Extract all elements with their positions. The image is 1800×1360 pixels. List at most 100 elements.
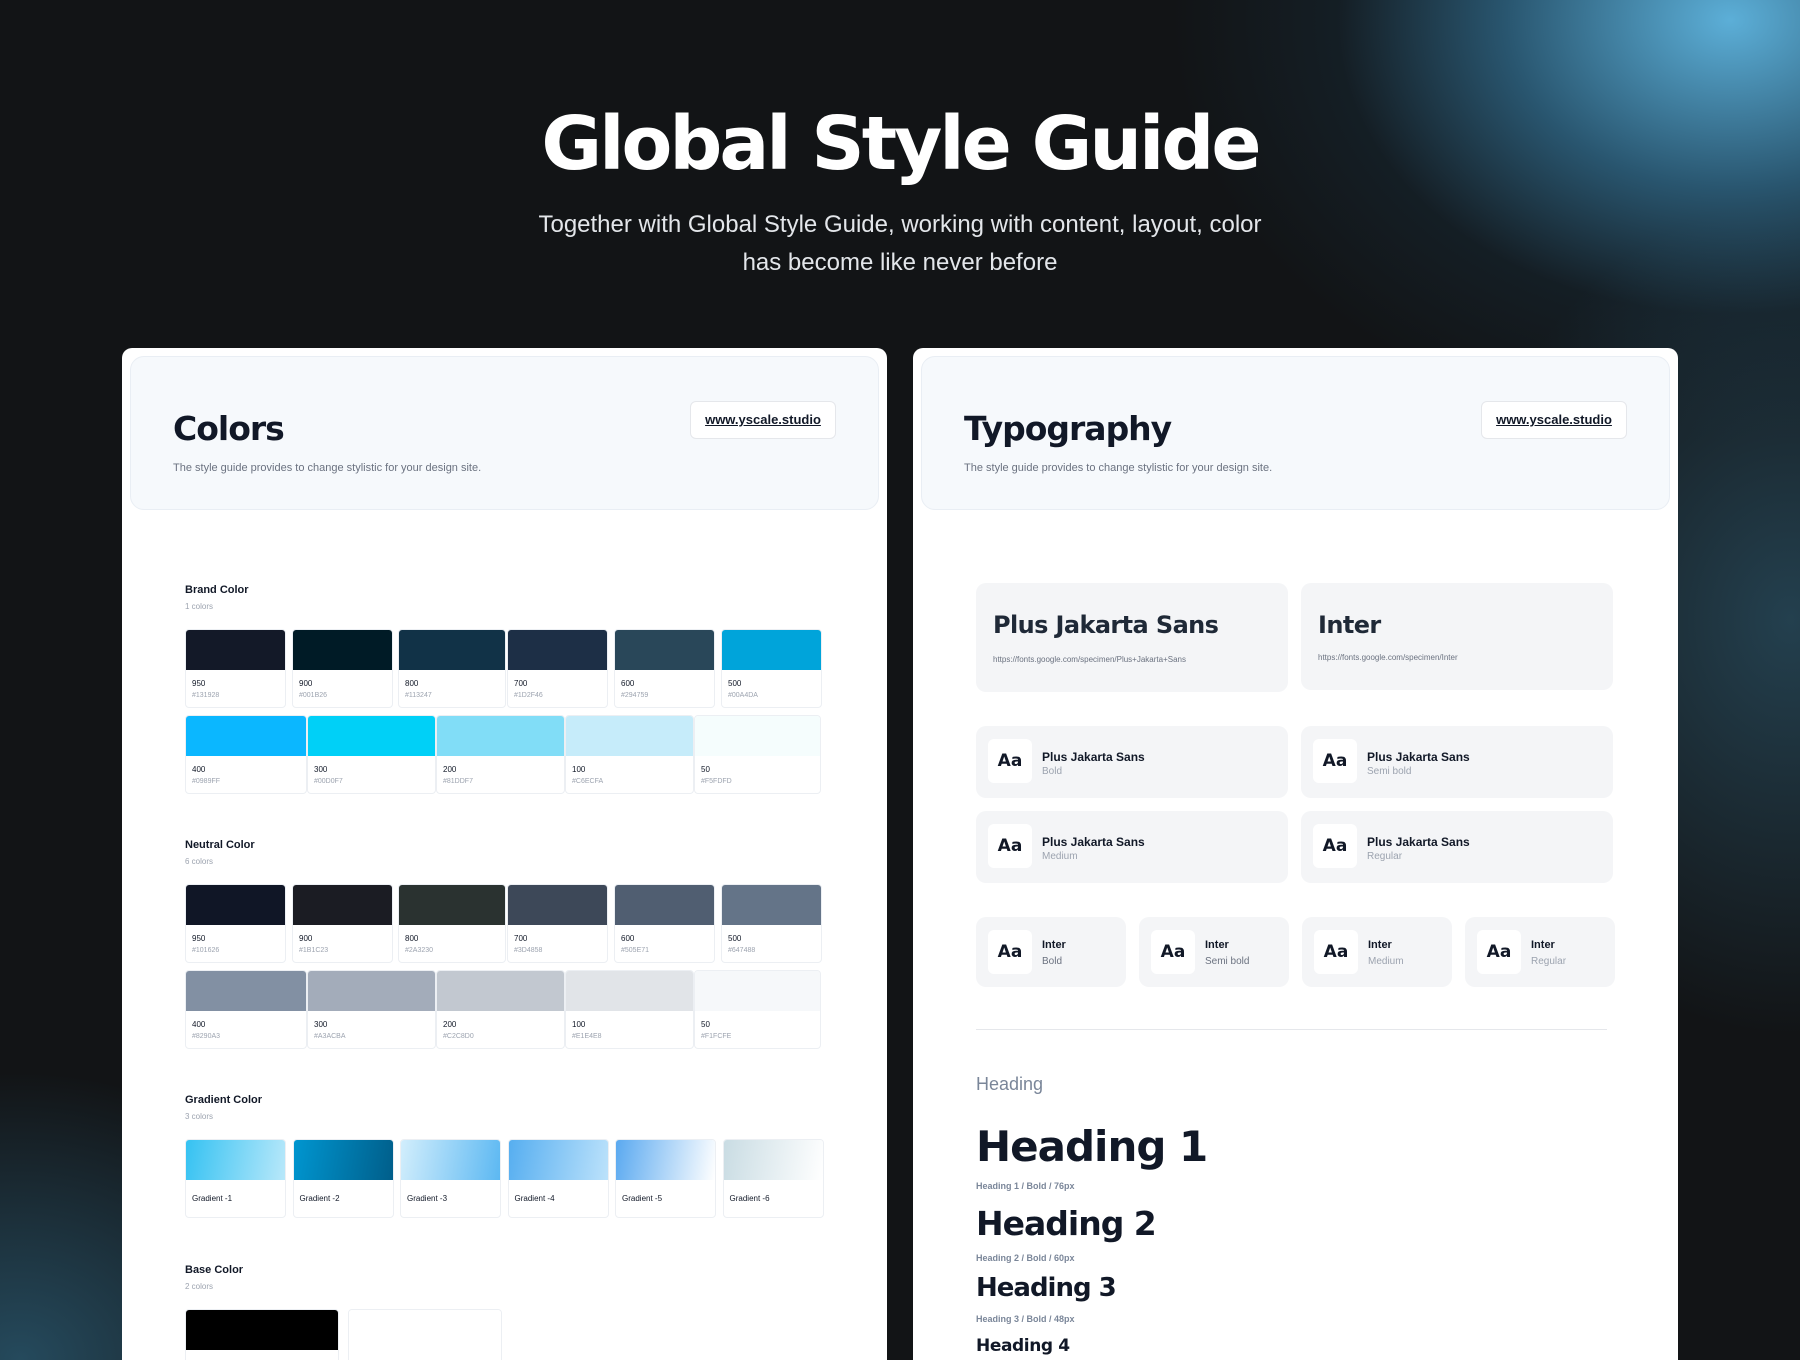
aa-sample: Aa bbox=[988, 824, 1032, 868]
weight-font-name: Inter bbox=[1531, 939, 1555, 951]
color-swatch[interactable]: 400 #8290A3 bbox=[185, 970, 307, 1049]
weight-card-jakarta-semibold: Aa Plus Jakarta Sans Semi bold bbox=[1301, 726, 1613, 798]
base-color-count: 2 colors bbox=[185, 1282, 214, 1291]
aa-sample: Aa bbox=[988, 930, 1032, 974]
swatch-chip bbox=[399, 630, 505, 670]
color-swatch[interactable]: 500 #00A4DA bbox=[721, 629, 822, 708]
swatch-chip bbox=[566, 716, 693, 756]
color-swatch[interactable]: 950 #131928 bbox=[185, 629, 286, 708]
neutral-color-title: Neutral Color bbox=[185, 839, 255, 851]
color-swatch[interactable]: Gradient -4 bbox=[507, 1139, 609, 1218]
swatch-label: Gradient -1 bbox=[192, 1194, 233, 1203]
aa-sample: Aa bbox=[1477, 930, 1521, 974]
color-swatch[interactable]: 50 #F5FDFD bbox=[694, 715, 821, 794]
swatch-label: 200 bbox=[443, 1020, 457, 1029]
swatch-hex: #0989FF bbox=[192, 778, 221, 785]
color-swatch[interactable]: 50 #F1FCFE bbox=[694, 970, 821, 1049]
swatch-hex: #101626 bbox=[192, 947, 220, 954]
swatch-label: 50 bbox=[701, 765, 710, 774]
swatch-hex: #00A4DA bbox=[728, 692, 758, 699]
swatch-hex: #113247 bbox=[405, 692, 432, 699]
color-swatch[interactable]: 200 #C2C8D0 bbox=[436, 970, 565, 1049]
section-divider bbox=[976, 1029, 1607, 1030]
color-swatch[interactable]: 800 #2A3230 bbox=[398, 884, 506, 963]
aa-sample: Aa bbox=[988, 739, 1032, 783]
font-name: Plus Jakarta Sans bbox=[993, 611, 1219, 639]
aa-sample: Aa bbox=[1313, 739, 1357, 783]
weight-label: Bold bbox=[1042, 956, 1063, 967]
swatch-label: 800 bbox=[405, 679, 419, 688]
swatch-hex: #2A3230 bbox=[405, 947, 434, 954]
swatch-chip bbox=[508, 1140, 608, 1180]
color-swatch[interactable]: 700 #3D4858 bbox=[507, 884, 608, 963]
weight-label: Semi bold bbox=[1205, 956, 1250, 967]
font-link[interactable]: https://fonts.google.com/specimen/Inter bbox=[1318, 653, 1458, 662]
weight-card-jakarta-regular: Aa Plus Jakarta Sans Regular bbox=[1301, 811, 1613, 883]
heading-3-sample: Heading 3 bbox=[976, 1273, 1117, 1303]
weight-label: Semi bold bbox=[1367, 766, 1412, 777]
color-swatch[interactable]: 200 #81DDF7 bbox=[436, 715, 565, 794]
swatch-label: 400 bbox=[192, 765, 206, 774]
color-swatch[interactable]: 900 #1B1C23 bbox=[292, 884, 393, 963]
swatch-chip bbox=[615, 885, 714, 925]
color-swatch[interactable]: Gradient -5 bbox=[615, 1139, 716, 1218]
color-swatch[interactable]: 950 #101626 bbox=[185, 884, 286, 963]
color-swatch[interactable]: 600 #294759 bbox=[614, 629, 715, 708]
swatch-hex: #8290A3 bbox=[192, 1033, 221, 1040]
weight-font-name: Plus Jakarta Sans bbox=[1042, 750, 1145, 764]
color-swatch[interactable]: 900 #001B26 bbox=[292, 629, 393, 708]
swatch-label: 100 bbox=[572, 1020, 586, 1029]
color-swatch[interactable]: Gradient -2 bbox=[292, 1139, 394, 1218]
heading-1-sample: Heading 1 bbox=[976, 1122, 1208, 1171]
color-swatch[interactable]: 300 #A3ACBA bbox=[307, 970, 436, 1049]
weight-label: Regular bbox=[1367, 851, 1403, 862]
page-subtitle: Together with Global Style Guide, workin… bbox=[538, 211, 1262, 276]
base-color-title: Base Color bbox=[185, 1264, 244, 1276]
swatch-hex: #C6ECFA bbox=[572, 778, 604, 785]
color-swatch[interactable]: 600 #505E71 bbox=[614, 884, 715, 963]
swatch-label: 800 bbox=[405, 934, 419, 943]
color-swatch[interactable]: Gradient -1 bbox=[185, 1139, 286, 1218]
color-swatch[interactable]: 700 #1D2F46 bbox=[507, 629, 608, 708]
brand-color-count: 1 colors bbox=[185, 602, 214, 611]
color-swatch[interactable]: 100 #E1E4E8 bbox=[565, 970, 694, 1049]
swatch-label: 900 bbox=[299, 934, 313, 943]
color-swatch[interactable]: Gradient -6 bbox=[722, 1139, 824, 1218]
heading-section-label: Heading bbox=[976, 1074, 1044, 1094]
color-swatch[interactable]: Black bbox=[185, 1309, 339, 1360]
heading-3-meta: Heading 3 / Bold / 48px bbox=[976, 1314, 1075, 1324]
swatch-hex: #A3ACBA bbox=[314, 1033, 346, 1040]
color-swatch[interactable]: 100 #C6ECFA bbox=[565, 715, 694, 794]
color-swatch[interactable]: 500 #647488 bbox=[721, 884, 822, 963]
typography-url-link[interactable]: www.yscale.studio bbox=[1481, 401, 1627, 439]
swatch-chip bbox=[566, 971, 693, 1011]
colors-url-link[interactable]: www.yscale.studio bbox=[690, 401, 836, 439]
swatch-chip bbox=[722, 885, 821, 925]
color-swatch[interactable]: Gradient -3 bbox=[400, 1139, 501, 1218]
typography-panel-header: Typography The style guide provides to c… bbox=[921, 356, 1670, 510]
swatch-hex: #F1FCFE bbox=[701, 1033, 732, 1040]
weight-card-jakarta-medium: Aa Plus Jakarta Sans Medium bbox=[976, 811, 1288, 883]
swatch-label: 500 bbox=[728, 679, 742, 688]
color-swatch[interactable]: 300 #00D0F7 bbox=[307, 715, 436, 794]
swatch-label: 700 bbox=[514, 679, 528, 688]
swatch-hex: #1B1C23 bbox=[299, 947, 329, 954]
swatch-hex: #505E71 bbox=[621, 947, 650, 954]
swatch-chip bbox=[349, 1310, 501, 1350]
swatch-label: 300 bbox=[314, 765, 328, 774]
color-swatch[interactable]: 800 #113247 bbox=[398, 629, 506, 708]
swatch-chip bbox=[508, 630, 607, 670]
swatch-label: 50 bbox=[701, 1020, 710, 1029]
swatch-label: 500 bbox=[728, 934, 742, 943]
swatch-hex: #1D2F46 bbox=[514, 692, 543, 699]
font-card-inter[interactable]: Inter https://fonts.google.com/specimen/… bbox=[1301, 583, 1613, 690]
font-link[interactable]: https://fonts.google.com/specimen/Plus+J… bbox=[993, 655, 1186, 664]
swatch-label: 900 bbox=[299, 679, 313, 688]
swatch-hex: #E1E4E8 bbox=[572, 1033, 602, 1040]
color-swatch[interactable]: 400 #0989FF bbox=[185, 715, 307, 794]
color-swatch[interactable]: White bbox=[348, 1309, 502, 1360]
weight-card-inter-medium: Aa Inter Medium bbox=[1302, 917, 1452, 987]
font-card-plus-jakarta[interactable]: Plus Jakarta Sans https://fonts.google.c… bbox=[976, 583, 1288, 692]
heading-2-meta: Heading 2 / Bold / 60px bbox=[976, 1253, 1075, 1263]
swatch-label: Gradient -3 bbox=[407, 1194, 448, 1203]
